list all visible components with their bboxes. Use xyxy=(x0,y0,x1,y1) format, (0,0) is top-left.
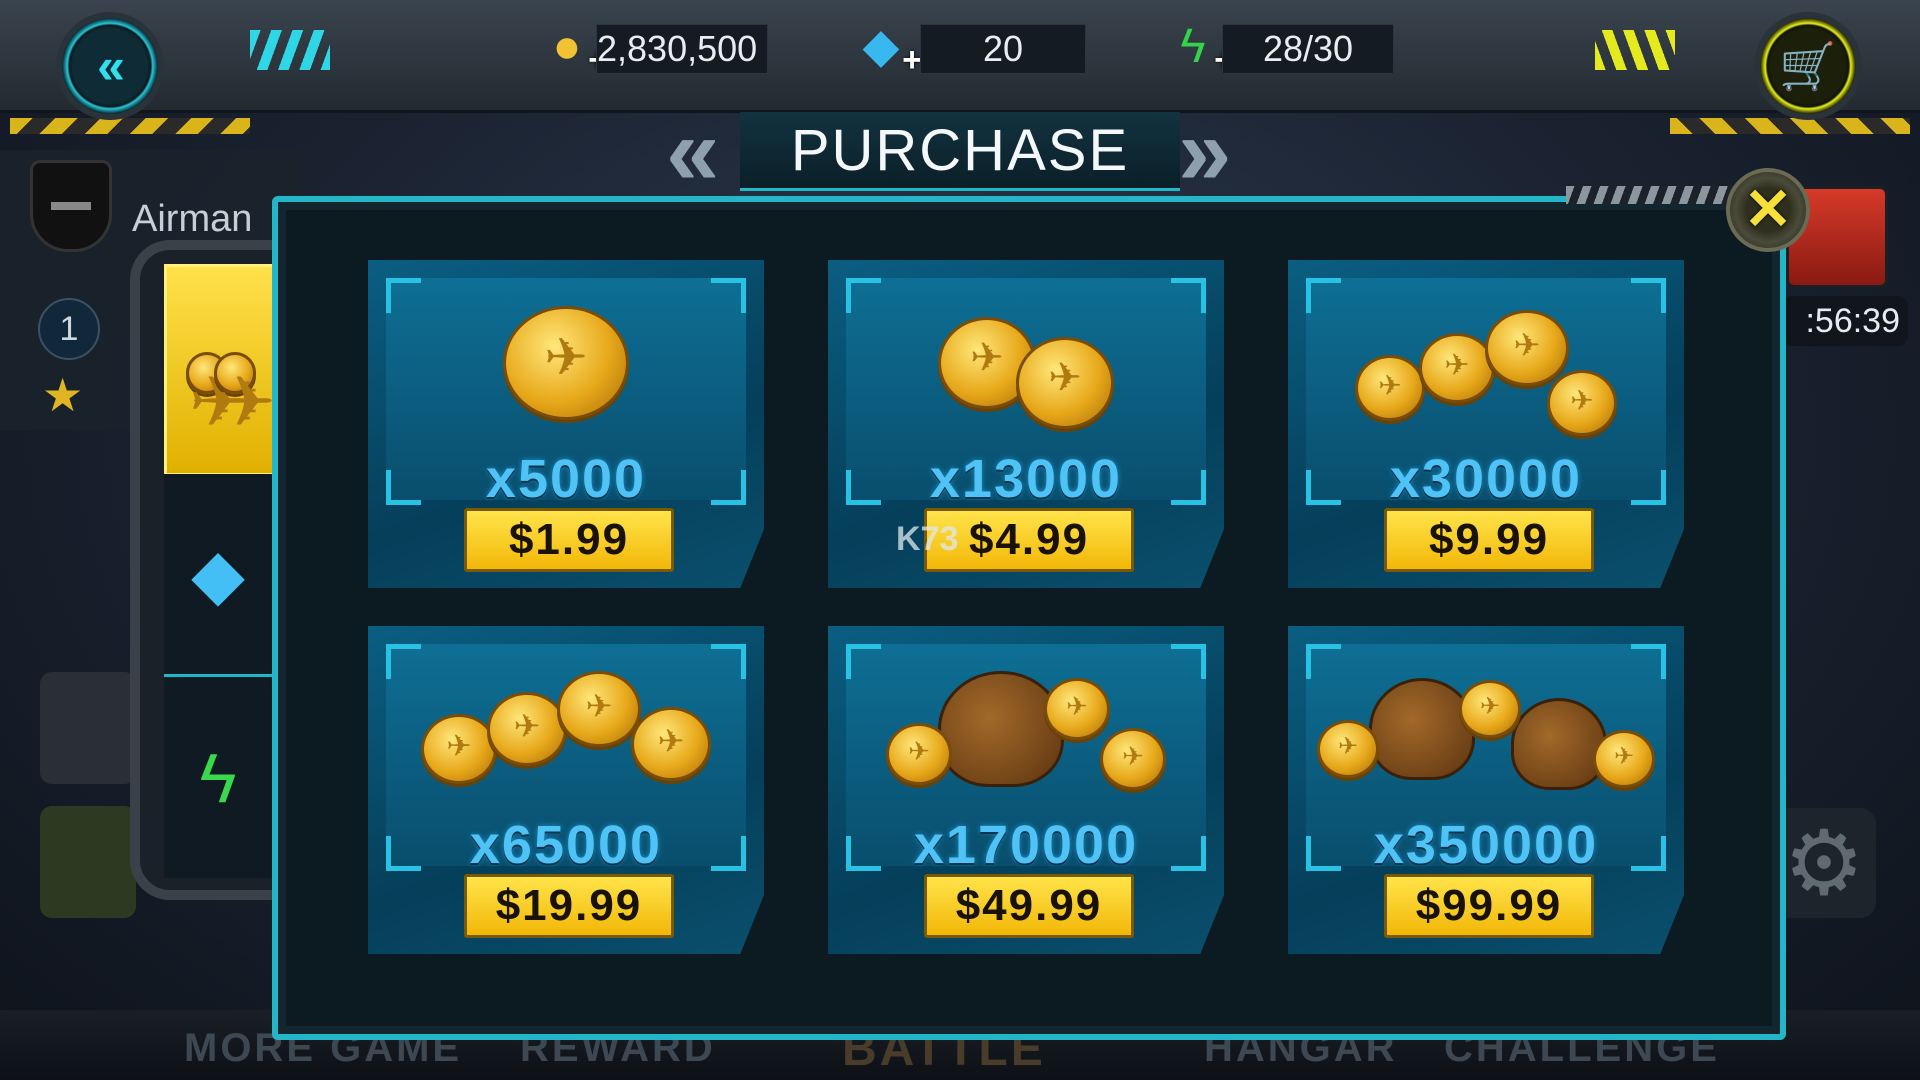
chevron-right-icon: » xyxy=(1178,98,1232,205)
product-card[interactable]: x30000 $9.99 xyxy=(1288,260,1684,588)
cart-icon: 🛒 xyxy=(1779,39,1837,92)
hazard-stripes xyxy=(10,118,250,134)
coins-icon xyxy=(186,330,256,443)
product-card[interactable]: x65000 $19.99 xyxy=(368,626,764,954)
product-quantity: x170000 xyxy=(913,815,1139,875)
player-level: 1 xyxy=(38,298,100,360)
product-card[interactable]: x5000 $1.99 xyxy=(368,260,764,588)
gift-timer: :56:39 xyxy=(1782,296,1908,346)
close-icon: ✕ xyxy=(1743,177,1793,242)
rank-name: Airman xyxy=(132,198,253,240)
tab-gems[interactable]: ◆ xyxy=(164,474,272,677)
energy-amount: 28/30 xyxy=(1262,28,1354,69)
coin-heap-icon xyxy=(368,654,764,804)
page-title: PURCHASE xyxy=(790,117,1130,183)
tab-energy[interactable]: ϟ xyxy=(164,678,272,878)
product-quantity: x5000 xyxy=(485,449,647,509)
chevron-left-icon: « xyxy=(666,98,720,205)
top-bar: ●+ 2,830,500 ◆+ 20 ϟ+ 28/30 xyxy=(0,0,1920,113)
price-button[interactable]: $9.99 xyxy=(1384,508,1594,572)
price-button[interactable]: $49.99 xyxy=(924,874,1134,938)
gem-counter: 20 xyxy=(920,24,1086,74)
calendar-button[interactable] xyxy=(40,672,136,784)
lightning-icon[interactable]: ϟ+ xyxy=(1158,14,1234,80)
gold-coins-icon[interactable]: ●+ xyxy=(532,14,609,80)
coin-single-icon xyxy=(368,288,764,438)
watermark-logo: K73 xyxy=(896,520,959,558)
price-button[interactable]: $1.99 xyxy=(464,508,674,572)
product-card[interactable]: x170000 $49.99 xyxy=(828,626,1224,954)
decor-stripes xyxy=(1595,30,1675,70)
back-button[interactable]: « xyxy=(62,18,158,114)
lightning-icon: ϟ xyxy=(199,739,237,817)
decor-stripes xyxy=(1566,186,1736,204)
product-card[interactable]: x13000 $4.99 xyxy=(828,260,1224,588)
energy-counter: 28/30 xyxy=(1222,24,1394,74)
product-quantity: x13000 xyxy=(929,449,1123,509)
coin-bags-icon xyxy=(1288,654,1684,804)
product-quantity: x350000 xyxy=(1373,815,1599,875)
price-button[interactable]: $99.99 xyxy=(1384,874,1594,938)
hazard-stripes xyxy=(1670,118,1910,134)
gem-amount: 20 xyxy=(982,28,1024,69)
crate-button[interactable] xyxy=(40,806,136,918)
close-button[interactable]: ✕ xyxy=(1726,168,1810,252)
shop-cart-button[interactable]: 🛒 xyxy=(1760,18,1856,114)
diamond-icon[interactable]: ◆ + xyxy=(846,14,922,79)
coin-stack-icon xyxy=(828,288,1224,438)
product-quantity: x30000 xyxy=(1389,449,1583,509)
title-bar: PURCHASE xyxy=(740,112,1180,191)
decor-stripes xyxy=(250,30,330,70)
coin-pile-icon xyxy=(1288,288,1684,438)
price-button[interactable]: $19.99 xyxy=(464,874,674,938)
settings-gear-icon[interactable]: ⚙ xyxy=(1772,808,1876,918)
coin-bag-icon xyxy=(828,654,1224,804)
star-icon: ★ xyxy=(42,369,84,421)
product-quantity: x65000 xyxy=(469,815,663,875)
gold-amount: 2,830,500 xyxy=(597,28,758,69)
double-chevron-left-icon: « xyxy=(97,38,125,94)
gold-counter: 2,830,500 xyxy=(596,24,768,74)
rank-shield-icon xyxy=(30,160,112,252)
product-card[interactable]: x350000 $99.99 xyxy=(1288,626,1684,954)
diamond-icon: ◆ xyxy=(191,535,245,613)
tab-coins[interactable] xyxy=(164,264,278,476)
